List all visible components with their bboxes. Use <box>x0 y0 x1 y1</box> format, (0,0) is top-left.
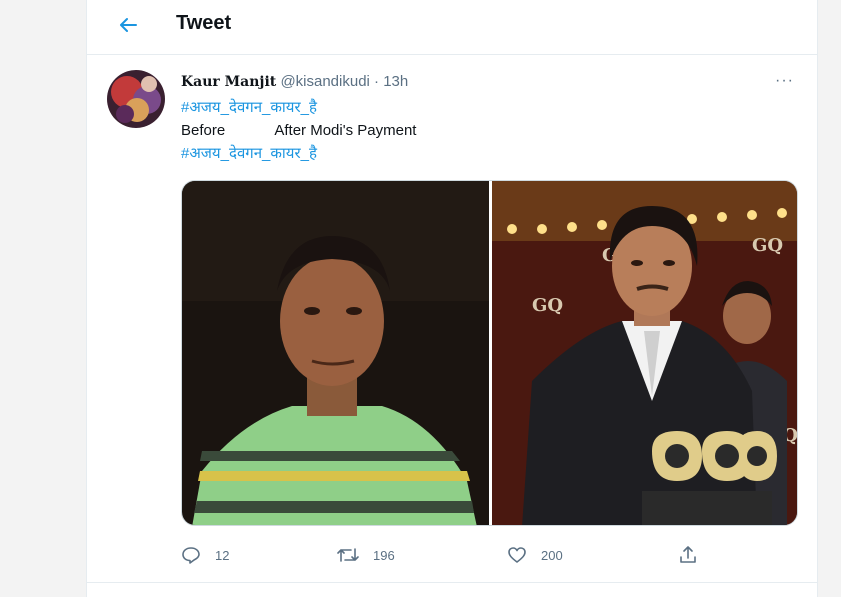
before-photo <box>182 181 489 525</box>
reply-count: 12 <box>215 547 230 563</box>
after-photo: GQ GQ GQ GQ <box>492 181 797 525</box>
tweet-actions: 12 196 200 <box>181 542 798 568</box>
reply-button[interactable]: 12 <box>181 542 229 568</box>
more-button[interactable]: ··· <box>775 72 799 92</box>
reply-icon <box>182 547 200 564</box>
backdrop-logo: GQ <box>752 235 783 256</box>
share-button[interactable] <box>678 542 698 568</box>
page-title: Tweet <box>176 12 232 34</box>
more-icon: ··· <box>775 72 794 89</box>
retweet-icon <box>337 548 359 562</box>
tweet-meta: Kaur Manjit @kisandikudi · 13h <box>181 72 408 92</box>
tweet-media[interactable]: GQ GQ GQ GQ <box>181 180 798 526</box>
retweet-count: 196 <box>373 547 395 563</box>
divider <box>87 582 817 583</box>
like-count: 200 <box>541 547 563 563</box>
meta-separator: · <box>374 73 380 90</box>
back-button[interactable] <box>113 10 143 40</box>
back-arrow-icon <box>120 18 137 32</box>
author-name[interactable]: Kaur Manjit <box>181 74 276 90</box>
tweet-time[interactable]: 13h <box>383 73 408 90</box>
share-icon <box>680 546 696 563</box>
hashtag-link[interactable]: #अजय_देवगन_कायर_है <box>181 96 416 119</box>
like-button[interactable]: 200 <box>507 542 563 568</box>
author-handle[interactable]: @kisandikudi <box>280 73 369 90</box>
avatar[interactable] <box>107 70 165 128</box>
page-header: Tweet <box>87 0 817 55</box>
retweet-button[interactable]: 196 <box>337 542 395 568</box>
tweet-column: Tweet Kaur Manjit @kisandikudi · 13h ···… <box>86 0 818 597</box>
like-icon <box>508 547 526 563</box>
tweet-text: #अजय_देवगन_कायर_है Before After Modi's P… <box>181 96 416 165</box>
backdrop-logo: GQ <box>532 295 563 316</box>
hashtag-link[interactable]: #अजय_देवगन_कायर_है <box>181 142 416 165</box>
tweet-caption: Before After Modi's Payment <box>181 122 417 139</box>
